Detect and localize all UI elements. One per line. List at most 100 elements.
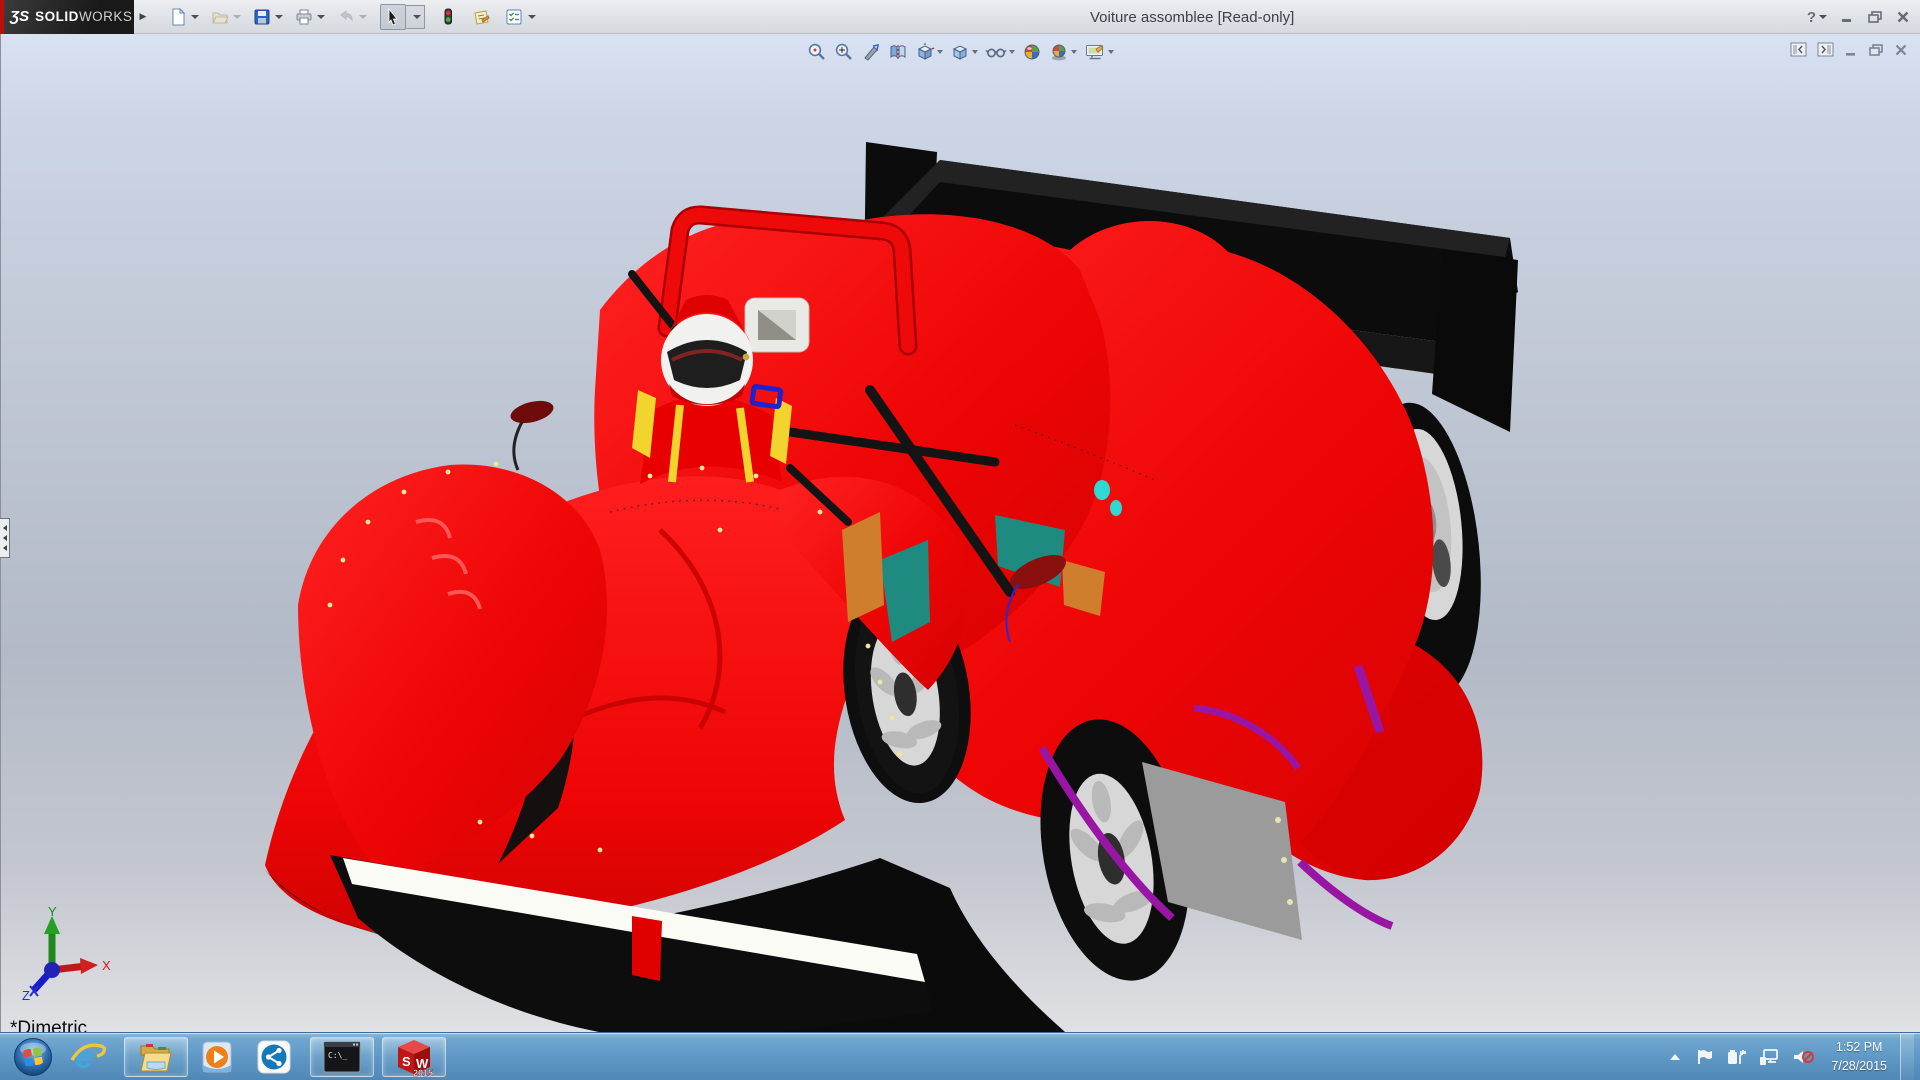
command-prompt-icon: C:\_	[323, 1041, 361, 1073]
appearance-ball-icon	[1022, 42, 1042, 62]
helmet-visor	[667, 340, 747, 388]
view-settings-icon	[1084, 42, 1106, 62]
stoplight-button[interactable]	[437, 5, 459, 29]
standard-toolbar	[154, 4, 539, 30]
clock-date: 7/28/2015	[1831, 1057, 1887, 1075]
select-tool-dropdown[interactable]	[406, 5, 425, 29]
printer-icon	[295, 8, 313, 26]
taskbar-item-windows-explorer[interactable]	[124, 1037, 188, 1077]
feature-panel-splitter[interactable]	[0, 518, 10, 558]
graphics-area[interactable]: Y X Z *Dimetric	[0, 34, 1920, 1032]
svg-text:2015: 2015	[413, 1068, 433, 1077]
view-orientation-label: *Dimetric	[10, 1018, 87, 1032]
section-view-icon	[888, 42, 908, 62]
power-battery-icon[interactable]	[1726, 1048, 1746, 1066]
collapse-right-pane-button[interactable]	[1817, 42, 1834, 57]
help-button[interactable]: ?	[1807, 9, 1827, 26]
section-view-button[interactable]	[887, 41, 909, 63]
triad-y-label: Y	[48, 906, 57, 919]
new-document-icon	[169, 8, 187, 26]
brand-name-light: WORKS	[79, 9, 133, 24]
taskbar: e	[0, 1032, 1920, 1080]
sync-app-icon	[256, 1039, 292, 1075]
headsup-view-toolbar	[806, 41, 1115, 63]
view-orientation-icon	[915, 42, 935, 62]
svg-text:C:\_: C:\_	[328, 1051, 347, 1060]
previous-view-button[interactable]	[860, 41, 882, 63]
open-folder-icon	[211, 8, 229, 26]
restore-document-button[interactable]	[1868, 43, 1884, 57]
taskbar-clock[interactable]: 1:52 PM 7/28/2015	[1831, 1038, 1887, 1074]
windows-start-orb-icon	[13, 1037, 53, 1077]
race-car-3d-model[interactable]	[180, 60, 1580, 1032]
minimize-button[interactable]	[1840, 10, 1854, 24]
save-button[interactable]	[250, 5, 286, 29]
close-document-button[interactable]	[1894, 43, 1908, 57]
network-icon[interactable]	[1759, 1048, 1779, 1066]
new-document-button[interactable]	[166, 5, 202, 29]
zoom-to-fit-button[interactable]	[806, 41, 828, 63]
previous-view-icon	[861, 42, 881, 62]
rearview-mirror	[745, 298, 809, 352]
eyeglasses-icon	[985, 42, 1007, 62]
select-arrow-icon	[383, 7, 403, 27]
titlebar-controls: ?	[1807, 0, 1910, 34]
display-style-button[interactable]	[949, 41, 979, 63]
rebuild-note-button[interactable]	[469, 5, 494, 29]
solidworks-logo: ƷS SOLIDWORKS	[0, 0, 134, 34]
svg-text:S: S	[402, 1054, 411, 1069]
clock-time: 1:52 PM	[1831, 1038, 1887, 1056]
taskbar-item-sync-app[interactable]	[246, 1037, 302, 1077]
zoom-to-fit-icon	[807, 42, 827, 62]
ds-logo-icon: ƷS	[10, 8, 29, 25]
solidworks-window: ƷS SOLIDWORKS ▶	[0, 0, 1920, 1080]
cyan-light-1	[1094, 480, 1110, 500]
taskbar-item-internet-explorer[interactable]: e	[60, 1037, 116, 1077]
save-floppy-icon	[253, 8, 271, 26]
taskbar-item-media-player[interactable]	[188, 1037, 246, 1077]
restore-button[interactable]	[1867, 10, 1883, 24]
taskbar-item-solidworks[interactable]: S W 2015	[382, 1037, 446, 1077]
splitter-post	[632, 916, 662, 981]
select-tool-button[interactable]	[380, 4, 406, 30]
document-title: Voiture assomblee [Read-only]	[1090, 0, 1294, 34]
hide-show-items-button[interactable]	[984, 41, 1016, 63]
triad-x-label: X	[102, 958, 111, 973]
checklist-icon	[505, 8, 524, 26]
titlebar: ƷS SOLIDWORKS ▶	[0, 0, 1920, 34]
show-hidden-icons-chevron[interactable]	[1668, 1052, 1682, 1062]
print-button[interactable]	[292, 5, 328, 29]
minimize-document-button[interactable]	[1844, 43, 1858, 57]
folder-icon	[138, 1040, 174, 1074]
undo-arrow-icon	[337, 8, 355, 26]
display-style-icon	[950, 42, 970, 62]
close-button[interactable]	[1896, 10, 1910, 24]
system-tray: 1:52 PM 7/28/2015	[1668, 1033, 1920, 1080]
collapse-left-pane-button[interactable]	[1790, 42, 1807, 57]
taskbar-item-command-prompt[interactable]: C:\_	[310, 1037, 374, 1077]
menu-expand-arrow[interactable]: ▶	[136, 4, 150, 30]
zoom-to-area-button[interactable]	[833, 41, 855, 63]
solidworks-cube-icon: S W 2015	[394, 1037, 434, 1077]
open-document-button[interactable]	[208, 5, 244, 29]
view-orientation-button[interactable]	[914, 41, 944, 63]
edit-appearance-button[interactable]	[1021, 41, 1043, 63]
stoplight-icon	[440, 8, 456, 26]
apply-scene-button[interactable]	[1048, 41, 1078, 63]
cyan-light-2	[1110, 500, 1122, 516]
show-desktop-button[interactable]	[1900, 1033, 1914, 1080]
action-center-flag-icon[interactable]	[1695, 1048, 1713, 1066]
volume-muted-icon[interactable]	[1792, 1048, 1814, 1066]
brand-name-bold: SOLID	[35, 9, 79, 24]
reference-triad: Y X Z	[20, 906, 112, 1002]
apply-scene-icon	[1049, 42, 1069, 62]
triad-z-label: Z	[22, 988, 30, 1002]
undo-button[interactable]	[334, 5, 370, 29]
view-settings-button[interactable]	[1083, 41, 1115, 63]
options-list-button[interactable]	[502, 5, 539, 29]
document-window-controls	[1790, 42, 1908, 57]
start-button[interactable]	[6, 1037, 60, 1077]
note-pencil-icon	[472, 8, 491, 26]
media-player-icon	[199, 1039, 235, 1075]
zoom-to-area-icon	[834, 42, 854, 62]
